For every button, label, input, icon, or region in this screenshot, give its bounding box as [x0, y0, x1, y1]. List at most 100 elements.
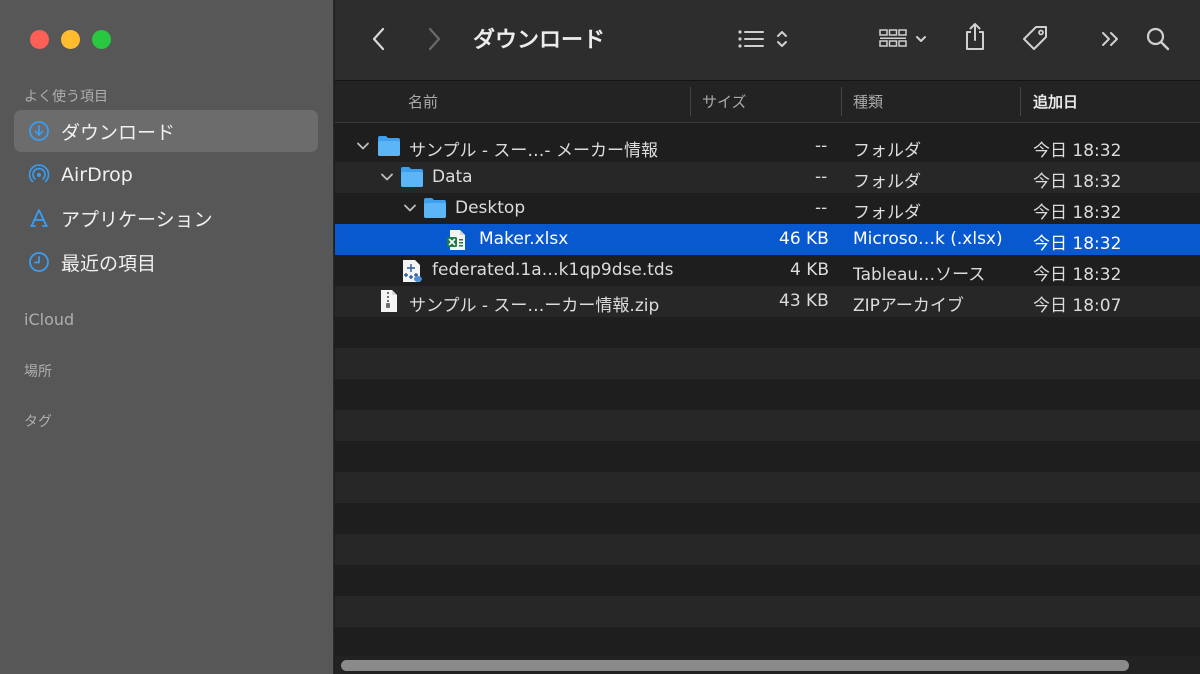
file-row[interactable]: Data -- フォルダ 今日 18:32	[335, 162, 1200, 193]
airdrop-icon	[28, 164, 50, 186]
sidebar-item-downloads[interactable]: ダウンロード	[14, 110, 318, 152]
file-row[interactable]: サンプル - スー…ーカー情報.zip 43 KB ZIPアーカイブ 今日 18…	[335, 286, 1200, 317]
file-kind: Tableau…ソース	[853, 265, 986, 285]
group-grid-icon	[879, 29, 907, 47]
chevron-right-icon	[428, 27, 441, 51]
sidebar-item-label: アプリケーション	[61, 208, 213, 231]
double-chevron-right-icon	[1102, 32, 1118, 46]
tag-button[interactable]	[1019, 22, 1053, 56]
tableau-datasource-icon	[403, 260, 422, 282]
tag-icon	[1023, 26, 1047, 50]
excel-file-icon	[447, 230, 465, 250]
empty-row	[335, 317, 1200, 348]
sidebar-item-applications[interactable]: アプリケーション	[14, 197, 318, 239]
file-size: --	[815, 198, 828, 218]
file-kind: フォルダ	[853, 203, 921, 223]
column-header-bar: 名前 サイズ 種類 追加日	[335, 81, 1200, 123]
empty-row	[335, 565, 1200, 596]
file-name: federated.1a…k1qp9dse.tds	[432, 260, 674, 280]
sidebar-item-airdrop[interactable]: AirDrop	[14, 154, 318, 196]
file-date: 今日 18:07	[1033, 296, 1122, 316]
disclosure-expanded-icon[interactable]	[403, 201, 417, 215]
applications-icon	[28, 207, 50, 229]
file-date: 今日 18:32	[1033, 172, 1122, 192]
more-toolbar-items-button[interactable]	[1097, 24, 1125, 54]
folder-icon	[424, 198, 446, 218]
empty-row	[335, 441, 1200, 472]
list-view-icon	[738, 30, 764, 48]
file-kind: フォルダ	[853, 172, 921, 192]
forward-button[interactable]	[420, 24, 448, 54]
zip-file-icon	[381, 290, 397, 312]
file-size: 4 KB	[790, 260, 830, 280]
horizontal-scrollbar[interactable]	[341, 660, 1129, 671]
column-header-size[interactable]: サイズ	[702, 91, 747, 112]
empty-row	[335, 503, 1200, 534]
sidebar-item-label: ダウンロード	[61, 121, 176, 144]
sidebar-item-label: 最近の項目	[61, 252, 157, 275]
folder-icon	[401, 167, 423, 187]
empty-row	[335, 379, 1200, 410]
sidebar-locations-header[interactable]: 場所	[24, 361, 52, 381]
horizontal-scroll-track[interactable]	[335, 656, 1200, 674]
toolbar: ダウンロード	[335, 0, 1200, 81]
sidebar: よく使う項目 ダウンロード AirDrop アプリケーション 最近の項目 iCl…	[0, 0, 334, 674]
file-row[interactable]: Desktop -- フォルダ 今日 18:32	[335, 193, 1200, 224]
file-date: 今日 18:32	[1033, 234, 1122, 254]
recents-icon	[28, 251, 50, 273]
file-size: 43 KB	[779, 291, 829, 311]
close-window-button[interactable]	[30, 30, 49, 49]
file-row[interactable]: federated.1a…k1qp9dse.tds 4 KB Tableau…ソ…	[335, 255, 1200, 286]
download-icon	[28, 120, 50, 142]
file-kind: フォルダ	[853, 141, 921, 161]
chevron-left-icon	[372, 27, 385, 51]
group-button[interactable]	[873, 24, 933, 54]
file-date: 今日 18:32	[1033, 265, 1122, 285]
column-separator[interactable]	[841, 87, 842, 116]
column-separator[interactable]	[690, 87, 691, 116]
window-controls	[30, 30, 111, 49]
empty-row	[335, 627, 1200, 658]
minimize-window-button[interactable]	[61, 30, 80, 49]
file-name: サンプル - スー…ーカー情報.zip	[409, 296, 660, 316]
column-header-name[interactable]: 名前	[408, 91, 438, 112]
file-kind: Microso…k (.xlsx)	[853, 229, 1003, 249]
file-name: サンプル - スー…- メーカー情報	[409, 141, 658, 161]
empty-row	[335, 534, 1200, 565]
chevron-up-down-icon	[777, 31, 787, 47]
empty-row	[335, 410, 1200, 441]
share-button[interactable]	[960, 20, 990, 54]
file-row-selected[interactable]: Maker.xlsx 46 KB Microso…k (.xlsx) 今日 18…	[335, 224, 1200, 255]
empty-row	[335, 472, 1200, 503]
empty-row	[335, 348, 1200, 379]
empty-row	[335, 596, 1200, 627]
file-row[interactable]: サンプル - スー…- メーカー情報 -- フォルダ 今日 18:32	[335, 131, 1200, 162]
window-title: ダウンロード	[473, 28, 606, 53]
file-size: --	[815, 167, 828, 187]
file-name: Data	[432, 167, 473, 187]
sidebar-item-label: AirDrop	[61, 164, 133, 186]
column-header-date-added[interactable]: 追加日	[1033, 91, 1078, 112]
file-kind: ZIPアーカイブ	[853, 296, 964, 316]
column-separator[interactable]	[1020, 87, 1021, 116]
disclosure-expanded-icon[interactable]	[356, 139, 370, 153]
file-date: 今日 18:32	[1033, 203, 1122, 223]
sidebar-icloud-header[interactable]: iCloud	[24, 310, 74, 329]
chevron-down-icon	[916, 36, 926, 42]
main-content: ダウンロード 名前 サイズ 種類 追加日 サンプル - スー…- メーカー情報 …	[335, 0, 1200, 674]
search-icon	[1146, 27, 1170, 51]
disclosure-expanded-icon[interactable]	[380, 170, 394, 184]
file-list: サンプル - スー…- メーカー情報 -- フォルダ 今日 18:32 Data…	[335, 123, 1200, 660]
file-date: 今日 18:32	[1033, 141, 1122, 161]
sidebar-tags-header[interactable]: タグ	[24, 411, 52, 431]
folder-icon	[378, 136, 400, 156]
view-options-button[interactable]	[733, 24, 793, 54]
file-size: 46 KB	[779, 229, 829, 249]
file-size: --	[815, 136, 828, 156]
column-header-kind[interactable]: 種類	[853, 91, 883, 112]
sidebar-item-recents[interactable]: 最近の項目	[14, 241, 318, 283]
file-name: Maker.xlsx	[479, 229, 569, 249]
search-button[interactable]	[1143, 24, 1173, 54]
zoom-window-button[interactable]	[92, 30, 111, 49]
back-button[interactable]	[365, 24, 393, 54]
